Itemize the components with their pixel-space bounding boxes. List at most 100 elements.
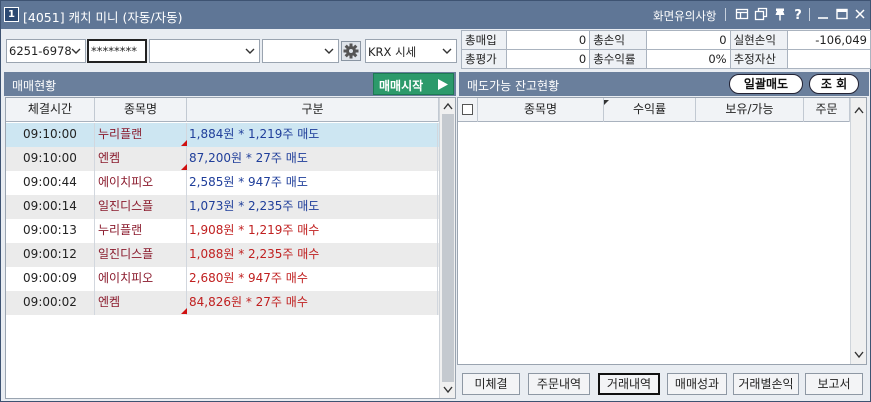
scroll-up-icon[interactable] — [854, 106, 864, 114]
column-header-type[interactable]: 구분 — [187, 98, 439, 122]
trade-detail: 2,680원 * 947주 매수 — [187, 267, 438, 291]
trade-detail: 2,585원 * 947주 매도 — [187, 171, 438, 195]
summary-value — [786, 49, 871, 69]
password-value: ******** — [91, 44, 137, 58]
screen-number-badge: 1 — [4, 7, 19, 22]
column-header-return[interactable]: 수익률 — [604, 98, 696, 122]
close-icon[interactable] — [853, 7, 867, 21]
pnl-per-trade-button[interactable]: 거래별손익 — [733, 373, 799, 395]
screen-notice-link[interactable]: 화면유의사항 — [653, 8, 716, 24]
table-header: 종목명 수익률 보유/가능 주문 — [458, 98, 850, 122]
query-button[interactable]: 조 회 — [809, 74, 859, 94]
password-field[interactable]: ******** — [87, 39, 147, 63]
unfilled-orders-button[interactable]: 미체결 — [462, 373, 520, 395]
account-select[interactable]: 6251-6978 — [6, 39, 86, 63]
titlebar-separator — [809, 8, 810, 21]
market-value: KRX 시세 — [368, 45, 417, 59]
stock-name: 엔켐 — [95, 147, 187, 171]
chevron-down-icon — [245, 48, 255, 54]
column-header-holdings[interactable]: 보유/가능 — [696, 98, 804, 122]
condition-marker — [181, 140, 187, 146]
trade-detail: 1,908원 * 1,219주 매수 — [187, 219, 438, 243]
column-header-order[interactable]: 주문 — [804, 98, 850, 122]
market-select[interactable]: KRX 시세 — [365, 39, 457, 63]
stock-name: 엔켐 — [95, 291, 187, 315]
select-all-checkbox[interactable] — [462, 104, 473, 115]
summary-label: 총손익 — [589, 30, 648, 50]
titlebar-separator — [725, 8, 726, 21]
stock-name: 에이치피오 — [95, 171, 187, 195]
trade-time: 09:00:09 — [6, 267, 95, 291]
vertical-scrollbar[interactable] — [850, 98, 866, 364]
summary-label: 총매입 — [461, 30, 507, 50]
help-icon[interactable]: ? — [791, 7, 805, 21]
summary-value: 0 — [646, 30, 731, 50]
scroll-down-icon[interactable] — [443, 386, 453, 394]
trade-history-table: 체결시간 종목명 구분 09:10:00 누리플랜 1,884원 * 1,219주 … — [5, 97, 456, 399]
summary-value: 0 — [505, 30, 591, 50]
pin-icon[interactable] — [773, 7, 787, 21]
summary-label: 실현손익 — [729, 30, 788, 50]
trade-detail: 1,884원 * 1,219주 매도 — [187, 123, 438, 147]
vertical-scrollbar[interactable] — [439, 98, 455, 398]
minimize-icon[interactable] — [816, 7, 830, 21]
chevron-down-icon — [71, 48, 81, 54]
trade-time: 09:00:12 — [6, 243, 95, 267]
column-header-time[interactable]: 체결시간 — [6, 98, 95, 122]
stock-name: 누리플랜 — [95, 123, 187, 147]
table-row[interactable]: 09:00:09 에이치피오 2,680원 * 947주 매수 — [6, 267, 439, 291]
summary-row: 총매입 0 총손익 0 실현손익 -106,049 — [461, 30, 871, 50]
order-history-button[interactable]: 주문내역 — [528, 373, 590, 395]
table-row[interactable]: 09:10:00 누리플랜 1,884원 * 1,219주 매도 — [6, 123, 439, 147]
option-select-1[interactable] — [149, 39, 260, 63]
summary-value: 0% — [646, 49, 731, 69]
summary-label: 총수익률 — [589, 49, 648, 69]
trade-time: 09:10:00 — [6, 147, 95, 171]
bulk-sell-button[interactable]: 일괄매도 — [729, 74, 803, 94]
summary-value: -106,049 — [786, 30, 871, 50]
trade-performance-button[interactable]: 매매성과 — [667, 373, 727, 395]
sellable-balance-title: 매도가능 잔고현황 — [467, 79, 560, 93]
window-title: [4051] 캐치 미니 (자동/자동) — [23, 10, 183, 25]
column-header-name[interactable]: 종목명 — [95, 98, 187, 122]
stock-name: 일진디스플 — [95, 243, 187, 267]
report-button[interactable]: 보고서 — [805, 373, 863, 395]
summary-label: 총평가 — [461, 49, 507, 69]
new-window-icon[interactable] — [754, 7, 768, 21]
trade-status-title: 매매현황 — [12, 79, 57, 93]
start-trading-label: 매매시작 — [379, 79, 424, 93]
scrollbar-thumb[interactable] — [442, 114, 454, 382]
stock-name: 에이치피오 — [95, 267, 187, 291]
chevron-down-icon — [442, 48, 452, 54]
trade-time: 09:10:00 — [6, 123, 95, 147]
table-row[interactable]: 09:00:14 일진디스플 1,073원 * 2,235주 매도 — [6, 195, 439, 219]
chevron-down-icon — [324, 48, 334, 54]
table-header: 체결시간 종목명 구분 — [6, 98, 439, 122]
scroll-down-icon[interactable] — [854, 351, 864, 359]
column-header-name[interactable]: 종목명 — [478, 98, 604, 122]
table-row[interactable]: 09:00:12 일진디스플 1,088원 * 2,235주 매수 — [6, 243, 439, 267]
window: 1 [4051] 캐치 미니 (자동/자동) 화면유의사항 ? 6251-697… — [0, 0, 871, 402]
account-summary: 총매입 0 총손익 0 실현손익 -106,049 총평가 0 총수익률 0% … — [461, 30, 871, 69]
title-bar: 1 [4051] 캐치 미니 (자동/자동) 화면유의사항 ? — [1, 1, 870, 29]
svg-text:?: ? — [794, 8, 802, 21]
trade-detail: 87,200원 * 27주 매도 — [187, 147, 438, 171]
table-row[interactable]: 09:00:13 누리플랜 1,908원 * 1,219주 매수 — [6, 219, 439, 243]
start-trading-button[interactable]: 매매시작 — [373, 73, 454, 95]
table-row[interactable]: 09:00:44 에이치피오 2,585원 * 947주 매도 — [6, 171, 439, 195]
condition-marker — [181, 308, 187, 314]
trade-history-button[interactable]: 거래내역 — [598, 373, 660, 395]
sellable-balance-header: 매도가능 잔고현황 — [459, 72, 869, 96]
condition-marker — [181, 164, 187, 170]
table-row[interactable]: 09:00:02 엔켐 84,826원 * 27주 매수 — [6, 291, 439, 315]
settings-button[interactable] — [341, 41, 361, 61]
summary-value: 0 — [505, 49, 591, 69]
table-row[interactable]: 09:10:00 엔켐 87,200원 * 27주 매도 — [6, 147, 439, 171]
trade-detail: 1,073원 * 2,235주 매도 — [187, 195, 438, 219]
scroll-up-icon[interactable] — [443, 102, 453, 110]
layout-icon[interactable] — [735, 7, 749, 21]
summary-label: 추정자산 — [729, 49, 788, 69]
stock-name: 일진디스플 — [95, 195, 187, 219]
option-select-2[interactable] — [262, 39, 339, 63]
maximize-icon[interactable] — [835, 7, 849, 21]
